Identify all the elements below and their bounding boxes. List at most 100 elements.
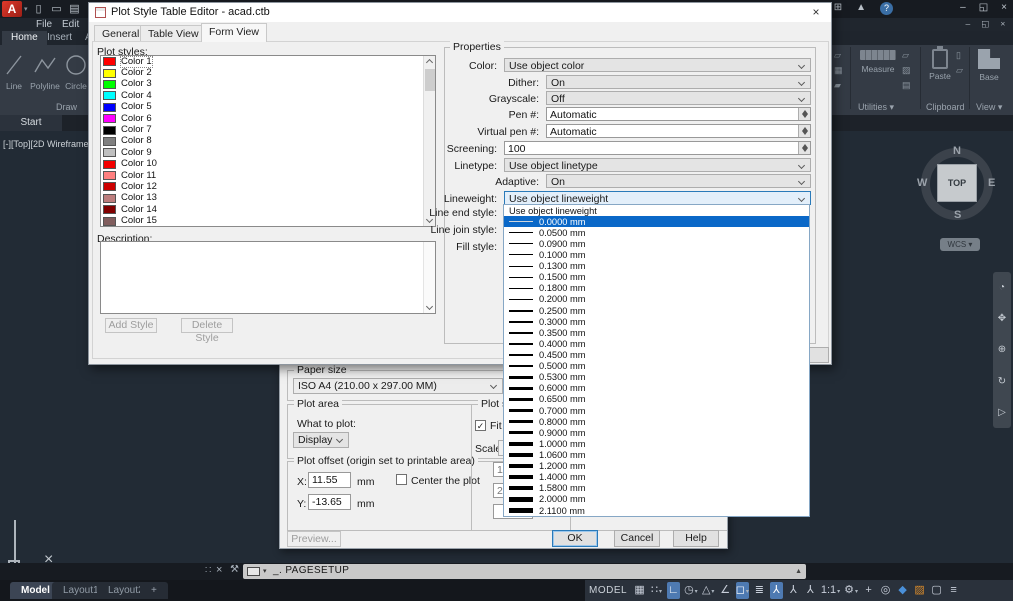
chevron-down-icon[interactable]: ▾ <box>659 589 662 595</box>
annotation-visibility-icon[interactable]: ⅄ <box>770 582 783 599</box>
graphics-performance-icon[interactable]: ◆ <box>896 582 909 599</box>
view-panel-label[interactable]: View ▾ <box>976 102 1002 113</box>
model-space-label[interactable]: MODEL <box>589 585 627 596</box>
y-offset-input[interactable]: -13.65 <box>308 494 351 510</box>
lineweight-option[interactable]: 0.6500 mm <box>504 394 809 405</box>
chevron-down-icon[interactable]: ▾ <box>837 589 840 595</box>
polyline-tool-button[interactable]: Polyline <box>28 52 62 91</box>
trusted-dwg-icon[interactable]: ▨ <box>913 582 926 599</box>
close-button[interactable]: × <box>1001 2 1007 13</box>
grid-display-icon[interactable]: ▦ <box>633 582 646 599</box>
menu-edit[interactable]: Edit <box>62 19 79 30</box>
viewcube[interactable]: N W E S TOP <box>920 147 994 221</box>
property-combo[interactable]: Use object lineweight <box>504 191 811 205</box>
minimize-button[interactable]: – <box>960 2 966 13</box>
drawing-close-button[interactable]: × <box>1001 20 1006 29</box>
object-snap-icon[interactable]: ◻▾ <box>736 582 749 599</box>
command-window-icon[interactable] <box>247 567 260 576</box>
spinner-buttons[interactable] <box>798 108 810 120</box>
lineweight-option[interactable]: 0.1800 mm <box>504 283 809 294</box>
draw-panel-label[interactable]: Draw <box>56 102 77 112</box>
cancel-button[interactable]: Cancel <box>614 530 660 547</box>
drawing-minimize-button[interactable]: – <box>966 20 971 29</box>
help-icon[interactable]: ? <box>880 2 893 15</box>
utilities-mini-icon[interactable]: ▱ <box>902 50 911 61</box>
lineweight-option[interactable]: 1.0000 mm <box>504 438 809 449</box>
viewcube-south[interactable]: S <box>954 209 961 221</box>
property-spinner[interactable]: Automatic <box>546 124 811 138</box>
spinner-buttons[interactable] <box>798 142 810 154</box>
modify-mini-icon[interactable]: ▦ <box>834 65 843 76</box>
chevron-down-icon[interactable]: ▾ <box>746 589 749 595</box>
viewport-controls-label[interactable]: [-][Top][2D Wireframe] <box>3 139 91 149</box>
property-combo[interactable]: Off <box>546 91 811 105</box>
customization-icon[interactable]: ≡ <box>947 582 960 599</box>
annotation-scale-icon[interactable]: ⅄ <box>804 582 817 599</box>
modify-mini-icon[interactable]: ▱ <box>834 50 843 61</box>
save-icon[interactable]: ▤ <box>68 2 81 15</box>
line-tool-button[interactable]: Line <box>2 52 26 91</box>
lineweight-option[interactable]: 0.3500 mm <box>504 327 809 338</box>
lineweight-option[interactable]: 1.2000 mm <box>504 461 809 472</box>
lineweight-option[interactable]: 0.1300 mm <box>504 261 809 272</box>
property-combo[interactable]: On <box>546 174 811 188</box>
lineweight-option[interactable]: 1.0600 mm <box>504 449 809 460</box>
viewcube-north[interactable]: N <box>953 145 961 157</box>
property-combo[interactable]: Use object color <box>504 58 811 72</box>
preview-button[interactable]: Preview... <box>287 531 341 547</box>
zoom-icon[interactable]: ⊕ <box>998 344 1006 355</box>
tab-table-view[interactable]: Table View <box>140 25 207 42</box>
property-spinner[interactable]: 100 <box>504 141 811 155</box>
lineweight-option[interactable]: 0.0900 mm <box>504 238 809 249</box>
lineweight-option[interactable]: 1.5800 mm <box>504 483 809 494</box>
ribbon-tab-insert[interactable]: Insert <box>38 31 81 45</box>
app-store-cart-icon[interactable]: ⊞ <box>834 2 842 15</box>
lineweight-option[interactable]: 2.1100 mm <box>504 505 809 516</box>
lineweight-option[interactable]: 0.0000 mm <box>504 216 809 227</box>
lineweight-dropdown-list[interactable]: Use object lineweight0.0000 mm0.0500 mm0… <box>503 204 810 517</box>
clipboard-mini-icon[interactable]: ▯ <box>956 50 963 61</box>
lineweight-option[interactable]: 0.1000 mm <box>504 249 809 260</box>
lineweight-option[interactable]: 0.2000 mm <box>504 294 809 305</box>
property-combo[interactable]: On <box>546 75 811 89</box>
annotation-scale-value[interactable]: 1:1▾ <box>821 582 840 599</box>
command-drag-grip[interactable]: ∷ <box>205 565 211 576</box>
circle-tool-button[interactable]: Circle <box>63 52 89 91</box>
show-motion-icon[interactable]: ▷ <box>998 407 1006 418</box>
command-expand-icon[interactable]: ▲ <box>795 568 802 575</box>
dialog-close-button[interactable]: × <box>807 5 825 20</box>
utilities-mini-icon[interactable]: ▨ <box>902 65 911 76</box>
chevron-down-icon[interactable]: ▾ <box>695 589 698 595</box>
command-wrench-icon[interactable]: ⚒ <box>230 564 239 575</box>
drawing-restore-button[interactable]: ◱ <box>981 20 989 29</box>
clipboard-panel-label[interactable]: Clipboard <box>926 102 965 112</box>
polar-tracking-icon[interactable]: ◷▾ <box>684 582 698 599</box>
isolate-objects-icon[interactable]: ◎ <box>879 582 892 599</box>
tab-form-view[interactable]: Form View <box>201 23 267 42</box>
utilities-mini-icon[interactable]: ▤ <box>902 80 911 91</box>
lineweight-option[interactable]: 0.5300 mm <box>504 372 809 383</box>
isometric-drafting-icon[interactable]: △▾ <box>702 582 715 599</box>
autocad-logo-icon[interactable]: A <box>2 1 22 17</box>
pan-icon[interactable]: ✥ <box>998 313 1006 324</box>
viewcube-east[interactable]: E <box>988 177 995 189</box>
command-input-bar[interactable]: ▾ _. PAGESETUP ▲ <box>243 564 806 579</box>
workspace-switching-icon[interactable]: ⚙▾ <box>844 582 858 599</box>
center-plot-checkbox[interactable] <box>396 474 407 485</box>
lineweight-option[interactable]: 0.5000 mm <box>504 361 809 372</box>
lineweight-option[interactable]: 0.4000 mm <box>504 338 809 349</box>
measure-button[interactable]: Measure <box>855 50 901 74</box>
editor-titlebar[interactable]: Plot Style Table Editor - acad.ctb × <box>89 3 831 22</box>
base-button[interactable]: Base <box>974 49 1004 82</box>
lineweight-option[interactable]: 0.0500 mm <box>504 227 809 238</box>
lineweight-option[interactable]: Use object lineweight <box>504 205 809 216</box>
lineweight-option[interactable]: 0.8000 mm <box>504 416 809 427</box>
ok-button[interactable]: OK <box>552 530 598 547</box>
navigation-wheel-icon[interactable]: ◔ <box>999 282 1005 293</box>
object-snap-tracking-icon[interactable]: ∠ <box>719 582 732 599</box>
help-button[interactable]: Help <box>673 530 719 547</box>
paper-size-combo[interactable]: ISO A4 (210.00 x 297.00 MM) <box>293 378 503 394</box>
start-file-tab[interactable]: Start <box>0 115 62 131</box>
spinner-buttons[interactable] <box>798 125 810 137</box>
add-style-button[interactable]: Add Style <box>105 318 157 333</box>
